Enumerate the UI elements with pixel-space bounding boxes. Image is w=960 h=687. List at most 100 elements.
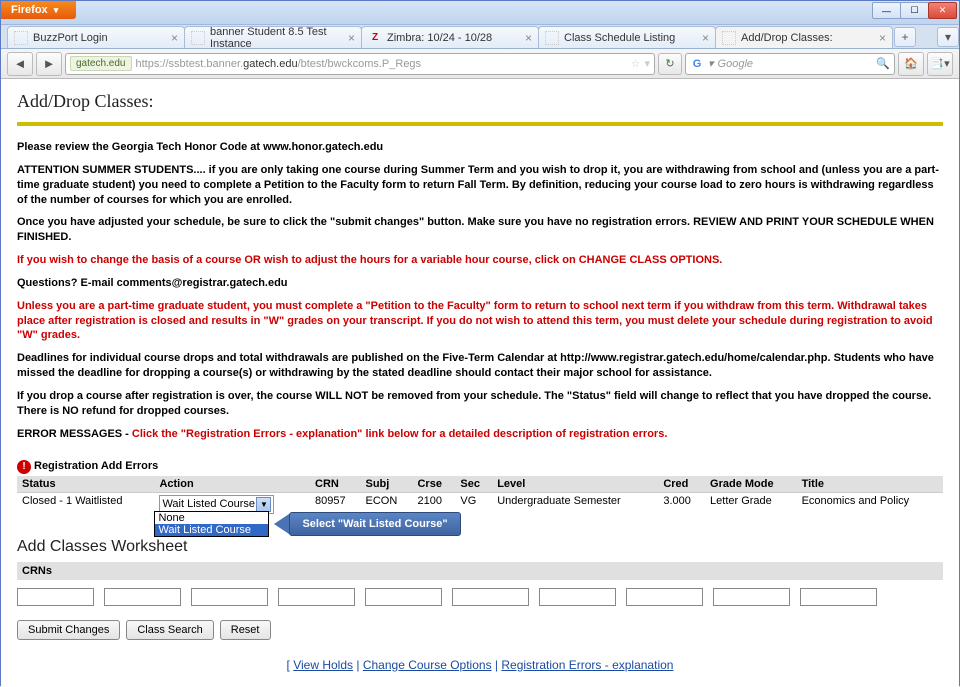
page-title: Add/Drop Classes: (17, 91, 943, 112)
crns-label: CRNs (17, 562, 943, 580)
reload-button[interactable]: ↻ (658, 53, 682, 75)
list-tabs-button[interactable]: ▾ (937, 27, 959, 47)
firefox-menu-button[interactable]: Firefox (1, 1, 76, 19)
table-header-row: Status Action CRN Subj Crse Sec Level Cr… (17, 476, 943, 493)
search-dropdown-icon[interactable]: ▾ (708, 57, 714, 70)
registration-errors-table: Status Action CRN Subj Crse Sec Level Cr… (17, 476, 943, 516)
search-bar[interactable]: G ▾ Google 🔍 (685, 53, 895, 75)
home-button[interactable]: 🏠 (898, 52, 924, 76)
crn-input-1[interactable] (17, 588, 94, 606)
callout-text: Select "Wait Listed Course" (289, 512, 460, 536)
url-bar[interactable]: gatech.edu https://ssbtest.banner.gatech… (65, 53, 655, 75)
tab-zimbra[interactable]: Z Zimbra: 10/24 - 10/28 × (361, 26, 539, 48)
cell-level: Undergraduate Semester (492, 492, 658, 516)
tab-adddrop[interactable]: Add/Drop Classes: × (715, 26, 893, 48)
page-icon (545, 31, 559, 45)
close-tab-icon[interactable]: × (879, 31, 886, 45)
page-content: Add/Drop Classes: Please review the Geor… (1, 79, 959, 682)
firefox-label: Firefox (11, 4, 48, 16)
divider-gold (17, 122, 943, 126)
window-controls: — ☐ ✕ (873, 1, 959, 19)
url-site-identity: gatech.edu (70, 56, 132, 71)
new-tab-button[interactable]: + (894, 27, 916, 47)
link-registration-errors[interactable]: Registration Errors - explanation (501, 658, 673, 672)
back-button[interactable]: ◄ (7, 52, 33, 76)
page-icon (191, 31, 205, 45)
crn-input-7[interactable] (539, 588, 616, 606)
col-title: Title (797, 476, 943, 493)
crn-input-8[interactable] (626, 588, 703, 606)
worksheet-heading: Add Classes Worksheet (17, 538, 943, 556)
page-viewport[interactable]: Add/Drop Classes: Please review the Geor… (1, 79, 959, 687)
submit-changes-button[interactable]: Submit Changes (17, 620, 120, 640)
col-status: Status (17, 476, 154, 493)
bookmark-star-icon[interactable]: ☆ (631, 57, 641, 70)
tab-label: Zimbra: 10/24 - 10/28 (387, 32, 492, 44)
search-icon[interactable]: 🔍 (876, 57, 890, 70)
registration-errors-heading: !Registration Add Errors (17, 460, 943, 474)
tab-banner[interactable]: banner Student 8.5 Test Instance × (184, 26, 362, 48)
crn-input-9[interactable] (713, 588, 790, 606)
col-grademode: Grade Mode (705, 476, 797, 493)
table-row: Closed - 1 Waitlisted Wait Listed Course… (17, 492, 943, 516)
crn-input-5[interactable] (365, 588, 442, 606)
url-text: https://ssbtest.banner.gatech.edu/btest/… (136, 58, 627, 70)
close-tab-icon[interactable]: × (348, 31, 355, 45)
crn-inputs-row (17, 580, 943, 614)
action-option-waitlist[interactable]: Wait Listed Course (155, 524, 268, 536)
tab-label: banner Student 8.5 Test Instance (210, 26, 343, 48)
reset-button[interactable]: Reset (220, 620, 271, 640)
bottom-links: [ View Holds | Change Course Options | R… (17, 658, 943, 672)
google-icon: G (690, 57, 704, 71)
crn-input-2[interactable] (104, 588, 181, 606)
col-level: Level (492, 476, 658, 493)
minimize-button[interactable]: — (872, 2, 901, 19)
crn-input-10[interactable] (800, 588, 877, 606)
col-cred: Cred (658, 476, 705, 493)
col-action: Action (154, 476, 310, 493)
close-window-button[interactable]: ✕ (928, 2, 957, 19)
action-option-none[interactable]: None (155, 512, 268, 524)
instruction-callout: Select "Wait Listed Course" (274, 512, 460, 536)
cell-status: Closed - 1 Waitlisted (17, 492, 154, 516)
tab-schedule[interactable]: Class Schedule Listing × (538, 26, 716, 48)
tab-buzzport[interactable]: BuzzPort Login × (7, 26, 185, 48)
close-tab-icon[interactable]: × (525, 31, 532, 45)
cell-title: Economics and Policy (797, 492, 943, 516)
honor-code-text: Please review the Georgia Tech Honor Cod… (17, 140, 943, 155)
class-search-button[interactable]: Class Search (126, 620, 213, 640)
crn-input-4[interactable] (278, 588, 355, 606)
action-selected-value: Wait Listed Course (162, 498, 256, 510)
url-dropdown-icon[interactable]: ▾ (644, 57, 650, 70)
search-placeholder: Google (718, 58, 873, 70)
questions-contact: Questions? E-mail comments@registrar.gat… (17, 276, 943, 291)
col-crn: CRN (310, 476, 361, 493)
crn-input-6[interactable] (452, 588, 529, 606)
bookmarks-menu-button[interactable]: 📑▾ (927, 52, 953, 76)
maximize-button[interactable]: ☐ (900, 2, 929, 19)
col-subj: Subj (361, 476, 413, 493)
deadlines-note: Deadlines for individual course drops an… (17, 351, 943, 381)
col-crse: Crse (412, 476, 455, 493)
link-change-options[interactable]: Change Course Options (363, 658, 492, 672)
form-buttons: Submit Changes Class Search Reset (17, 620, 943, 640)
summer-warning: ATTENTION SUMMER STUDENTS.... if you are… (17, 163, 943, 208)
error-messages-line: ERROR MESSAGES - Click the "Registration… (17, 427, 943, 442)
tab-label: Add/Drop Classes: (741, 32, 833, 44)
cell-cred: 3.000 (658, 492, 705, 516)
close-tab-icon[interactable]: × (171, 31, 178, 45)
page-icon (14, 31, 28, 45)
tab-label: BuzzPort Login (33, 32, 108, 44)
cell-grademode: Letter Grade (705, 492, 797, 516)
link-view-holds[interactable]: View Holds (293, 658, 353, 672)
forward-button[interactable]: ► (36, 52, 62, 76)
tab-label: Class Schedule Listing (564, 32, 675, 44)
cell-sec: VG (455, 492, 492, 516)
change-basis-note: If you wish to change the basis of a cou… (17, 253, 943, 268)
browser-window: Firefox — ☐ ✕ BuzzPort Login × banner St… (0, 0, 960, 686)
error-icon: ! (17, 460, 31, 474)
zimbra-icon: Z (368, 31, 382, 45)
crn-input-3[interactable] (191, 588, 268, 606)
col-sec: Sec (455, 476, 492, 493)
close-tab-icon[interactable]: × (702, 31, 709, 45)
